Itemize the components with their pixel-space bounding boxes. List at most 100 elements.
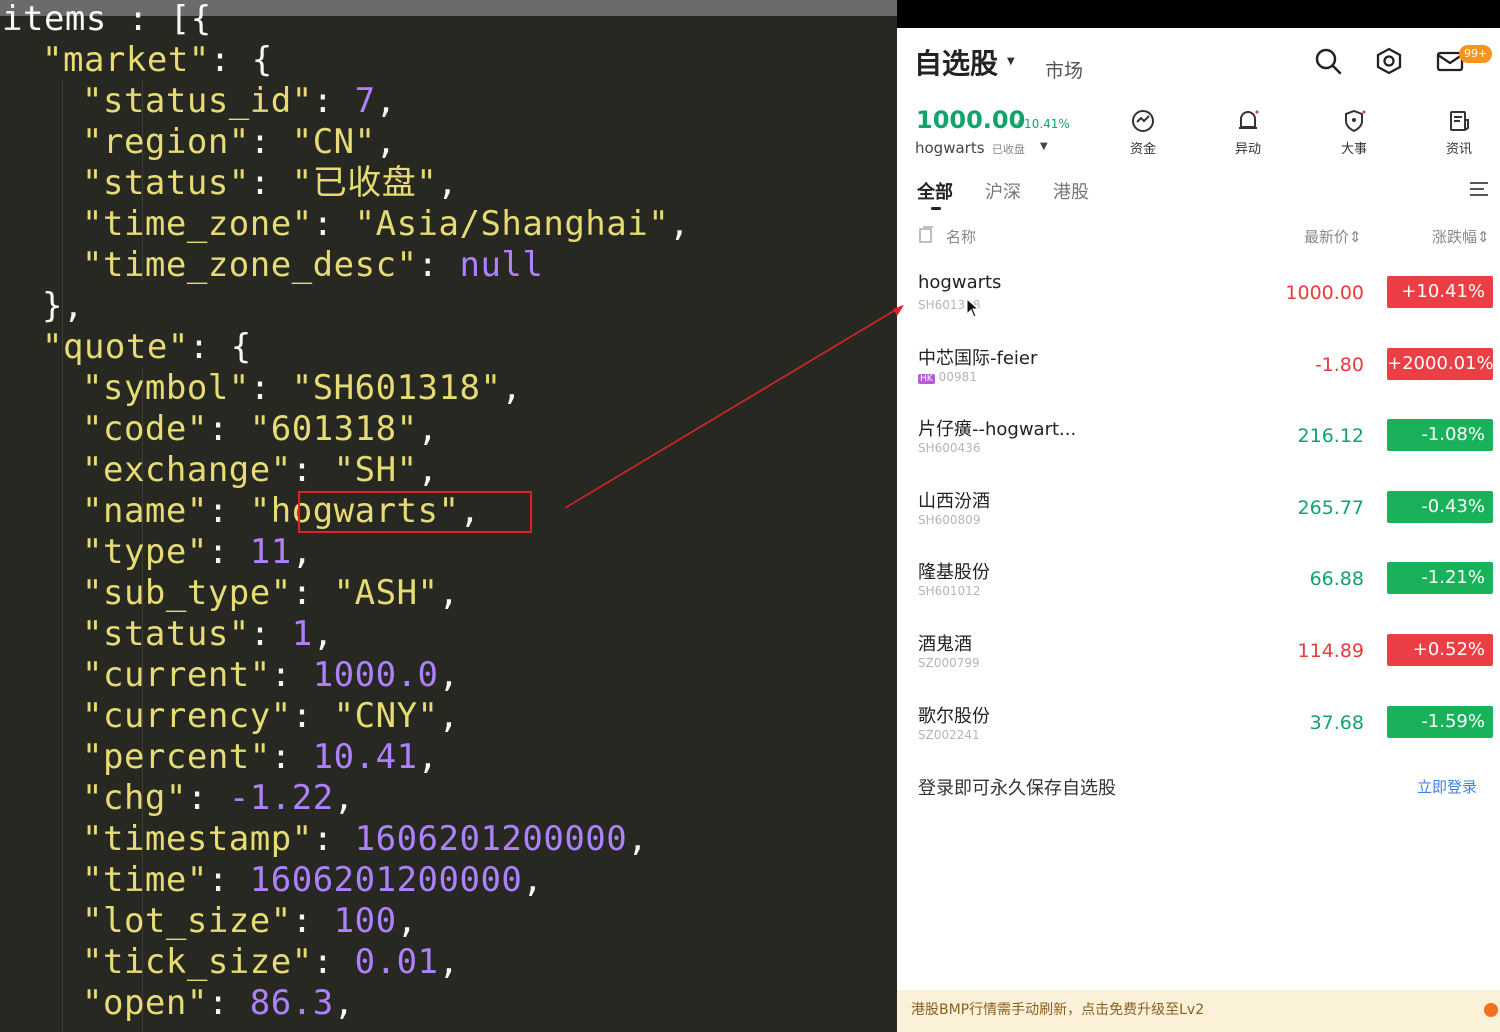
code-token: : [312,81,355,121]
code-token: 100 [333,901,397,941]
stock-row[interactable]: 山西汾酒 SH600809 265.77 -0.43% [897,487,1500,559]
code-token: "已收盘" [291,163,438,203]
close-icon[interactable] [1484,1003,1498,1017]
stock-change-badge[interactable]: -1.08% [1387,419,1493,451]
code-token: "market" [42,40,210,80]
code-token: : [207,860,250,900]
code-token: , [417,737,439,777]
code-token: "CNY" [333,696,439,736]
code-token: : [249,614,292,654]
market-tab[interactable]: 市场 [1045,56,1083,83]
code-token: "open" [82,983,208,1023]
login-row[interactable]: 登录即可永久保存自选股 立即登录 [897,770,1500,804]
code-token: "Asia/Shanghai" [354,204,670,244]
stock-code: SH600809 [918,513,980,527]
market-filter-tabs: 全部 沪深 港股 [897,172,1500,212]
search-icon[interactable] [1313,46,1343,76]
index-value[interactable]: 1000.00 [916,106,1025,134]
tab-hk[interactable]: 港股 [1053,178,1089,204]
stock-change-badge[interactable]: +10.41% [1387,276,1493,308]
stock-row[interactable]: 中芯国际-feier HK 00981 -1.80 +2000.01% [897,344,1500,416]
stock-row[interactable]: hogwarts SH601318 1000.00 +10.41% [897,272,1500,344]
column-change[interactable]: 涨跌幅⇕ [1432,226,1490,247]
code-token: , [312,614,334,654]
code-editor[interactable]: items : [{"market": {"status_id": 7, "reg… [0,0,897,1032]
stock-row[interactable]: 隆基股份 SH601012 66.88 -1.21% [897,558,1500,630]
settings-icon[interactable] [1374,46,1404,76]
stock-row[interactable]: 片仔癀--hogwart... SH600436 216.12 -1.08% [897,415,1500,487]
tool-news[interactable]: 资讯 [1429,108,1489,157]
tool-label: 资金 [1129,142,1156,157]
tool-events[interactable]: 大事 [1324,108,1384,157]
code-token: "exchange" [82,450,292,490]
list-menu-icon[interactable] [1468,180,1490,202]
column-price[interactable]: 最新价⇕ [1304,226,1362,247]
login-link[interactable]: 立即登录 [1417,776,1477,797]
code-token: , [438,696,460,736]
mouse-cursor-icon [966,298,980,318]
stock-change-badge[interactable]: -1.59% [1387,706,1493,738]
index-name[interactable]: hogwarts [915,139,985,157]
stock-change-badge[interactable]: -0.43% [1387,491,1493,523]
code-token: : [312,819,355,859]
code-token: : [{ [106,0,212,39]
tab-all[interactable]: 全部 [917,178,953,204]
code-token: : [291,450,334,490]
stock-code-text: SH600436 [918,441,981,455]
code-token: "type" [82,532,208,572]
watchlist-title[interactable]: 自选股 [914,42,998,82]
code-token: : [291,696,334,736]
stock-name: 中芯国际-feier [918,348,1038,369]
tool-fund[interactable]: 资金 [1113,108,1173,157]
code-token: : [207,491,250,531]
stock-change-badge[interactable]: +0.52% [1387,634,1493,666]
stock-row[interactable]: 酒鬼酒 SZ000799 114.89 +0.52% [897,630,1500,702]
login-prompt: 登录即可永久保存自选股 [918,778,1116,799]
code-token: : [207,532,250,572]
code-line: "current": 1000.0, [82,655,460,696]
code-line: "code": "601318", [82,409,439,450]
code-token: "tick_size" [82,942,313,982]
stock-price: 66.88 [1309,568,1364,590]
code-token: , [669,204,691,244]
code-line: "status": 1, [82,614,334,655]
code-token: "quote" [42,327,189,367]
stock-change-badge[interactable]: +2000.01% [1387,348,1494,380]
code-token: "status" [82,163,250,203]
code-token: 11 [249,532,292,572]
code-token: "region" [82,122,250,162]
code-token: "code" [82,409,208,449]
code-token: "601318" [249,409,418,449]
caret-down-icon[interactable]: ▼ [1040,141,1048,152]
stock-row[interactable]: 歌尔股份 SZ002241 37.68 -1.59% [897,702,1500,774]
stock-name: 酒鬼酒 [918,634,972,655]
code-token: , [396,901,418,941]
stock-name: 歌尔股份 [918,706,990,727]
upgrade-banner[interactable]: 港股BMP行情需手动刷新，点击免费升级至Lv2 [897,990,1500,1032]
code-token: : [186,778,229,818]
index-percent: +10.41% [1014,117,1070,131]
stock-price: 114.89 [1297,640,1364,662]
code-token: : [249,163,292,203]
tab-hushen[interactable]: 沪深 [985,178,1021,204]
column-header: 名称 最新价⇕ 涨跌幅⇕ [897,222,1500,250]
stock-code-text: SH600809 [918,513,981,527]
code-token: items [2,0,107,39]
stock-change-badge[interactable]: -1.21% [1387,562,1493,594]
stock-app: 自选股 ▼ 市场 99+ 1000.00 +10.41% hogwarts 已收… [897,0,1500,1032]
stock-name: 山西汾酒 [918,491,990,512]
code-token: 10.41 [312,737,418,777]
code-token: 1 [291,614,313,654]
code-line: "symbol": "SH601318", [82,368,522,409]
column-price-label: 最新价 [1304,228,1350,246]
tool-movement[interactable]: 异动 [1218,108,1278,157]
code-token: : [291,573,334,613]
stock-price: 265.77 [1297,497,1364,519]
code-token: "ASH" [333,573,439,613]
code-token: , [333,778,355,818]
caret-down-icon[interactable]: ▼ [1007,56,1015,67]
code-line: "market": { [42,40,273,81]
shield-event-icon [1345,109,1366,133]
code-token: : { [209,40,273,80]
edit-list-icon[interactable] [918,226,934,248]
